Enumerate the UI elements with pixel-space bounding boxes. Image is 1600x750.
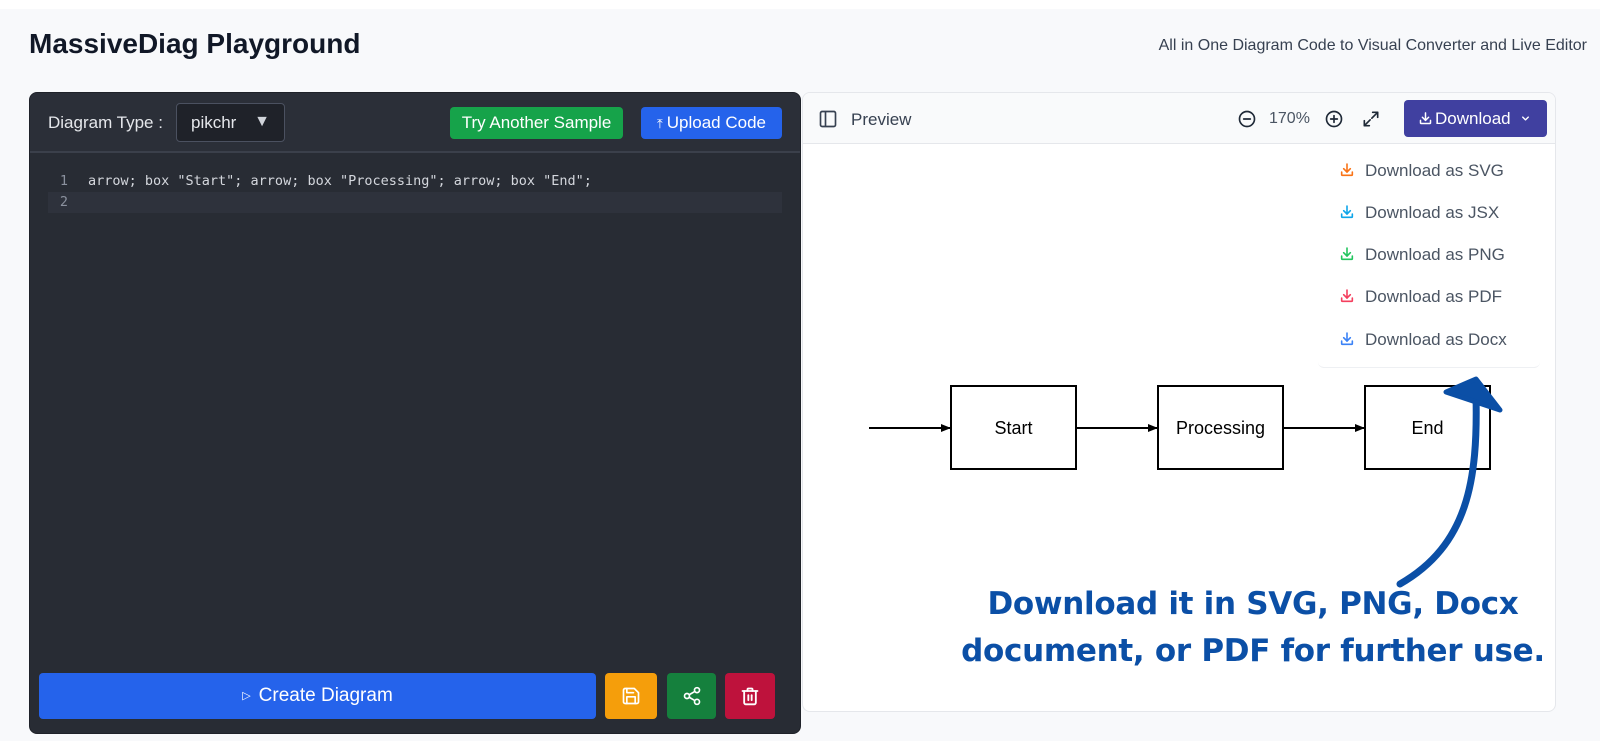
zoom-in-icon[interactable] (1324, 109, 1344, 129)
fullscreen-icon[interactable] (1361, 109, 1381, 129)
code-line: 1 arrow; box "Start"; arrow; box "Proces… (48, 171, 782, 192)
app-title: MassiveDiag Playground (29, 28, 361, 59)
code-editor-panel: Diagram Type : pikchr ▼ Try Another Samp… (29, 92, 801, 734)
download-option-label: Download as SVG (1365, 161, 1504, 180)
trash-icon (741, 687, 759, 706)
save-button[interactable] (605, 673, 657, 719)
diagram-type-value: pikchr (191, 113, 237, 132)
editor-toolbar: Diagram Type : pikchr ▼ Try Another Samp… (30, 93, 800, 153)
download-menu: Download as SVG Download as JSX Download… (1318, 145, 1540, 368)
callout-text: Download it in SVG, PNG, Docx document, … (953, 581, 1553, 675)
download-option-label: Download as PNG (1365, 245, 1505, 264)
code-input[interactable]: 1 arrow; box "Start"; arrow; box "Proces… (48, 171, 782, 213)
download-icon (1340, 163, 1354, 177)
diagram-box-label: End (1411, 418, 1443, 438)
delete-button[interactable] (725, 673, 775, 719)
download-icon (1340, 247, 1354, 261)
save-icon (622, 687, 640, 705)
download-option-label: Download as JSX (1365, 203, 1500, 222)
create-diagram-button[interactable]: ▷ Create Diagram (39, 673, 596, 719)
download-option-label: Download as Docx (1365, 330, 1507, 349)
line-number: 2 (59, 194, 68, 210)
preview-header: Preview 170% Download (803, 93, 1555, 144)
download-icon (1419, 112, 1432, 125)
diagram-box-label: Processing (1176, 418, 1265, 438)
zoom-out-icon[interactable] (1237, 109, 1257, 129)
download-icon (1340, 332, 1354, 346)
diagram-type-label: Diagram Type : (48, 113, 163, 132)
download-option-label: Download as PDF (1365, 287, 1503, 306)
app-subtitle: All in One Diagram Code to Visual Conver… (1158, 37, 1587, 54)
share-button[interactable] (667, 673, 716, 719)
callout-line: document, or PDF for further use. (961, 633, 1545, 669)
download-icon (1340, 205, 1354, 219)
upload-icon: ⤒ (657, 116, 663, 131)
create-diagram-label: Create Diagram (258, 685, 393, 706)
diagram-box-label: Start (994, 418, 1032, 438)
line-text: arrow; box "Start"; arrow; box "Processi… (88, 173, 592, 189)
diagram-type-select[interactable]: pikchr ▼ (176, 103, 285, 142)
preview-panel: Start Processing End Preview 170% Downlo… (802, 92, 1556, 712)
try-another-sample-button[interactable]: Try Another Sample (450, 107, 623, 139)
upload-code-label: Upload Code (666, 113, 766, 132)
code-line: 2 (48, 192, 782, 213)
callout-line: Download it in SVG, PNG, Docx (987, 586, 1519, 622)
upload-code-button[interactable]: ⤒ Upload Code (641, 107, 782, 139)
preview-title: Preview (851, 110, 912, 129)
line-number: 1 (59, 173, 68, 189)
share-icon (683, 686, 700, 706)
caret-down-icon: ▼ (254, 113, 270, 130)
download-label: Download (1435, 109, 1511, 128)
play-icon: ▷ (242, 690, 251, 702)
sidebar-toggle-icon[interactable] (818, 109, 838, 129)
download-icon (1340, 289, 1354, 303)
editor-footer: ▷ Create Diagram (30, 661, 800, 733)
chevron-down-icon (1522, 116, 1529, 121)
download-button[interactable]: Download (1404, 100, 1547, 137)
zoom-level: 170% (1269, 110, 1310, 127)
